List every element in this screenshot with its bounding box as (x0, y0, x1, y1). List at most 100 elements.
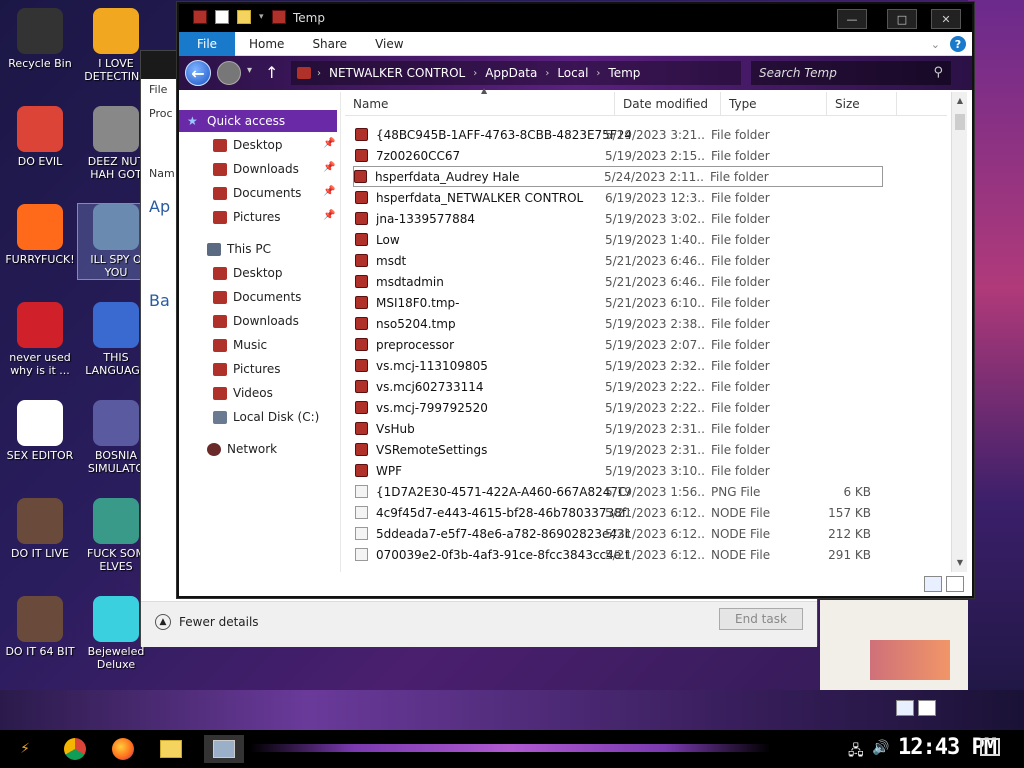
pin-icon[interactable]: 📌 (323, 210, 335, 221)
pin-icon[interactable]: 📌 (323, 138, 335, 149)
ribbon-expand-icon[interactable]: ⌄ (931, 38, 940, 51)
column-date-modified[interactable]: Date modified (615, 92, 721, 116)
column-size[interactable]: Size (827, 92, 897, 116)
maximize-button[interactable]: □ (887, 9, 917, 29)
nav-qa-item[interactable]: Downloads (213, 158, 299, 180)
task-manager-tab-processes[interactable]: Proc (149, 107, 173, 120)
file-row[interactable]: msdtadmin 5/21/2023 6:46... File folder (355, 271, 885, 292)
breadcrumb-appdata[interactable]: AppData (479, 66, 543, 80)
pin-icon[interactable]: 📌 (323, 162, 335, 173)
file-row[interactable]: 5ddeada7-e5f7-48e6-a782-86902823e43b.t..… (355, 523, 885, 544)
desktop-icon[interactable]: FURRYFUCK! (2, 204, 78, 266)
file-row[interactable]: preprocessor 5/19/2023 2:07... File folder (355, 334, 885, 355)
file-row[interactable]: hsperfdata_NETWALKER CONTROL 6/19/2023 12… (355, 187, 885, 208)
tab-home[interactable]: Home (235, 32, 298, 56)
search-input[interactable]: Search Temp ⚲ (751, 61, 951, 85)
nav-pc-item[interactable]: Music (213, 334, 267, 356)
volume-icon[interactable]: 🔊 (872, 740, 889, 756)
properties-icon[interactable] (215, 10, 229, 24)
task-manager-name-column[interactable]: Nam (149, 167, 175, 180)
nav-pc-item[interactable]: Downloads (213, 310, 299, 332)
help-icon[interactable]: ? (950, 36, 966, 52)
file-row[interactable]: WPF 5/19/2023 3:10... File folder (355, 460, 885, 481)
nav-pc-item[interactable]: Videos (213, 382, 273, 404)
file-row[interactable]: vs.mcj-113109805 5/19/2023 2:32... File fo… (355, 355, 885, 376)
task-manager-menu-file[interactable]: File (149, 83, 167, 96)
fewer-details-button[interactable]: ▲ Fewer details (155, 614, 259, 630)
file-row[interactable]: hsperfdata_Audrey Hale 5/24/2023 2:11... F… (353, 166, 883, 187)
up-arrow-icon[interactable]: ↑ (265, 63, 278, 82)
nav-qa-item[interactable]: Documents (213, 182, 301, 204)
tab-view[interactable]: View (361, 32, 417, 56)
large-icons-view-icon[interactable] (946, 576, 964, 592)
file-row[interactable]: VSRemoteSettings 5/19/2023 2:31... File fo… (355, 439, 885, 460)
address-bar[interactable]: › NETWALKER CONTROL › AppData › Local › … (291, 61, 741, 85)
nav-qa-item[interactable]: Pictures (213, 206, 281, 228)
recent-locations-dropdown-icon[interactable]: ▾ (247, 65, 252, 76)
back-arrow-icon[interactable]: ← (185, 60, 211, 86)
chevron-right-icon[interactable]: › (543, 68, 551, 79)
tab-file[interactable]: File (179, 31, 235, 56)
explorer-window[interactable]: ▾ Temp — □ ✕ File Home Share View ⌄ ? ← … (177, 2, 974, 598)
file-row[interactable]: vs.mcj602733114 5/19/2023 2:22... File fol… (355, 376, 885, 397)
file-row[interactable]: {48BC945B-1AFF-4763-8CBB-4823E75F244A} 5/… (355, 124, 885, 145)
end-task-button[interactable]: End task (719, 608, 803, 630)
chevron-right-icon[interactable]: › (471, 68, 479, 79)
file-row[interactable]: Low 5/19/2023 1:40... File folder (355, 229, 885, 250)
new-folder-icon[interactable] (237, 10, 251, 24)
network-tray-icon[interactable]: 🖧 (848, 740, 864, 764)
desktop-icon[interactable]: DO EVIL (2, 106, 78, 168)
file-explorer-taskbar-icon[interactable] (156, 735, 186, 763)
desktop-icon[interactable]: DO IT LIVE (2, 498, 78, 560)
scroll-up-icon[interactable]: ▲ (954, 94, 966, 106)
file-row[interactable]: nso5204.tmp 5/19/2023 2:38... File folder (355, 313, 885, 334)
column-type[interactable]: Type (721, 92, 827, 116)
breadcrumb-local[interactable]: Local (551, 66, 594, 80)
file-row[interactable]: {1D7A2E30-4571-422A-A460-667A8247CA2... 5… (355, 481, 885, 502)
forward-arrow-icon[interactable] (217, 61, 241, 85)
file-row[interactable]: jna-1339577884 5/19/2023 3:02... File fold… (355, 208, 885, 229)
large-icons-view-icon[interactable] (918, 700, 936, 716)
tab-share[interactable]: Share (298, 32, 361, 56)
desktop-icon[interactable]: never used why is it ... (2, 302, 78, 377)
breadcrumb-user[interactable]: NETWALKER CONTROL (323, 66, 471, 80)
details-view-icon[interactable] (896, 700, 914, 716)
search-icon[interactable]: ⚲ (933, 65, 943, 80)
file-row[interactable]: VsHub 5/19/2023 2:31... File folder (355, 418, 885, 439)
nav-pc-item[interactable]: Documents (213, 286, 301, 308)
nav-pc-item[interactable]: Pictures (213, 358, 281, 380)
close-button[interactable]: ✕ (931, 9, 961, 29)
file-row[interactable]: msdt 5/21/2023 6:46... File folder (355, 250, 885, 271)
file-row[interactable]: vs.mcj-799792520 5/19/2023 2:22... File fo… (355, 397, 885, 418)
nav-this-pc[interactable]: This PC (207, 238, 271, 260)
pin-icon[interactable]: 📌 (323, 186, 335, 197)
desktop-icon[interactable]: SEX EDITOR (2, 400, 78, 462)
chevron-right-icon[interactable]: › (594, 68, 602, 79)
nav-quick-access[interactable]: ★ Quick access (179, 110, 337, 132)
explorer-titlebar[interactable]: ▾ Temp — □ ✕ (179, 4, 972, 32)
file-row[interactable]: 070039e2-0f3b-4af3-91ce-8fcc3843cc4e.tm.… (355, 544, 885, 565)
chrome-taskbar-icon[interactable] (60, 735, 90, 763)
qat-dropdown-icon[interactable]: ▾ (259, 12, 264, 22)
start-icon[interactable]: ⚡ (10, 735, 40, 763)
task-manager-taskbar-icon[interactable] (204, 735, 244, 763)
firefox-taskbar-icon[interactable] (108, 735, 138, 763)
file-row[interactable]: 7z00260CC67 5/19/2023 2:15... File folder (355, 145, 885, 166)
scrollbar-thumb[interactable] (955, 114, 965, 130)
chevron-right-icon[interactable]: › (315, 68, 323, 79)
notification-icon[interactable] (980, 738, 1000, 756)
nav-network[interactable]: Network (207, 438, 277, 460)
desktop-icon[interactable]: Recycle Bin (2, 8, 78, 70)
minimize-button[interactable]: — (837, 9, 867, 29)
desktop-icon[interactable]: DO IT 64 BIT (2, 596, 78, 658)
details-view-icon[interactable] (924, 576, 942, 592)
vertical-scrollbar[interactable]: ▲ ▼ (951, 92, 967, 572)
file-row[interactable]: MSI18F0.tmp- 5/21/2023 6:10... File folder (355, 292, 885, 313)
nav-qa-item[interactable]: Desktop (213, 134, 283, 156)
scroll-down-icon[interactable]: ▼ (954, 556, 966, 568)
nav-pc-item[interactable]: Desktop (213, 262, 283, 284)
breadcrumb-temp[interactable]: Temp (602, 66, 646, 80)
nav-pc-item[interactable]: Local Disk (C:) (213, 406, 319, 428)
file-row[interactable]: 4c9f45d7-e443-4615-bf28-46b78033738f.t..… (355, 502, 885, 523)
column-name[interactable]: Name (345, 92, 615, 116)
